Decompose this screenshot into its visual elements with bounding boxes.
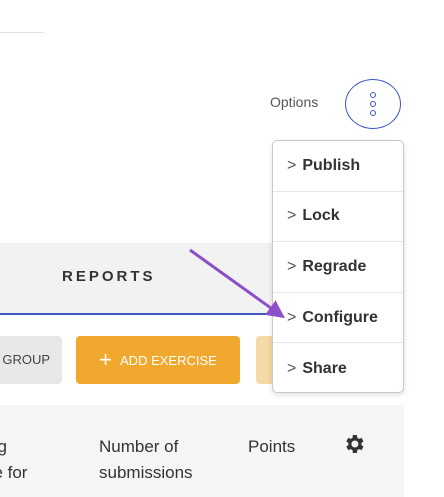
menu-item-lock[interactable]: > Lock	[273, 192, 403, 243]
divider	[0, 32, 44, 33]
tab-underline	[0, 313, 290, 315]
menu-item-publish[interactable]: > Publish	[273, 141, 403, 192]
header-line: submissions	[99, 463, 193, 482]
menu-item-label: Lock	[302, 207, 340, 225]
menu-item-label: Configure	[302, 308, 378, 326]
column-header-submissions[interactable]: Number of submissions	[99, 434, 229, 486]
header-line: ng	[0, 437, 7, 456]
chevron-right-icon: >	[287, 207, 297, 225]
menu-item-regrade[interactable]: > Regrade	[273, 242, 403, 293]
tab-reports[interactable]: REPORTS	[62, 268, 156, 285]
column-header-points[interactable]: Points	[248, 434, 295, 460]
options-button[interactable]	[345, 79, 401, 129]
add-exercise-label: ADD EXERCISE	[120, 352, 217, 368]
options-menu: > Publish > Lock > Regrade > Configure >…	[272, 140, 404, 393]
chevron-right-icon: >	[287, 257, 297, 275]
menu-item-label: Publish	[302, 156, 361, 174]
add-exercise-button[interactable]: + ADD EXERCISE	[76, 336, 240, 384]
menu-item-configure[interactable]: > Configure	[273, 293, 403, 344]
menu-item-label: Regrade	[302, 257, 367, 275]
menu-item-label: Share	[302, 359, 347, 377]
header-line: ne for	[0, 463, 28, 482]
dot	[370, 110, 376, 116]
gear-icon[interactable]	[342, 432, 366, 456]
column-header-1[interactable]: ng ne for	[0, 434, 80, 486]
dot	[370, 101, 376, 107]
dot	[370, 92, 376, 98]
header-line: Number of	[99, 437, 179, 456]
chevron-right-icon: >	[287, 156, 297, 174]
group-button[interactable]: GROUP	[0, 336, 62, 384]
plus-icon: +	[99, 347, 113, 372]
menu-item-share[interactable]: > Share	[273, 343, 403, 394]
chevron-right-icon: >	[287, 308, 297, 326]
header-line: Points	[248, 437, 296, 456]
chevron-right-icon: >	[287, 359, 297, 377]
options-label: Options	[270, 94, 319, 110]
